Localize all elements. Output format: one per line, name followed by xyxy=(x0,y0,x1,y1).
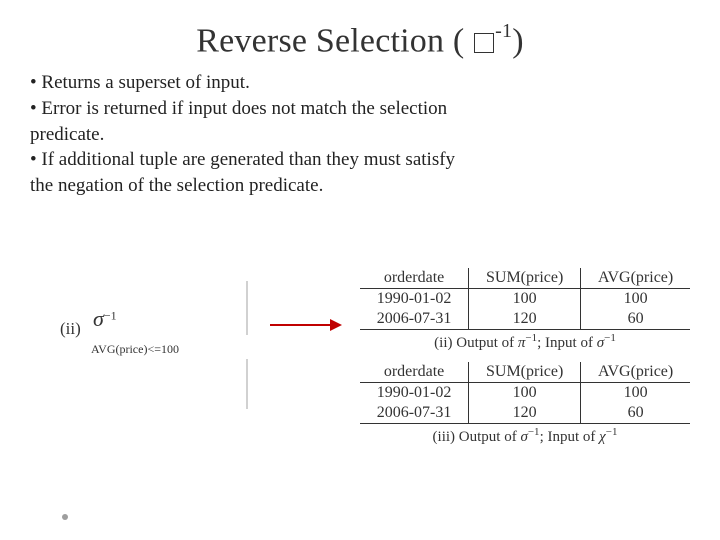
arrow-right-icon xyxy=(270,324,340,326)
sigma-symbol: σ xyxy=(597,335,604,351)
th-avg-price: AVG(price) xyxy=(581,362,690,383)
sigma-operator: σ−1 AVG(price)<=100 xyxy=(93,306,181,352)
sigma-exponent: −1 xyxy=(104,308,117,322)
cell: 60 xyxy=(581,403,690,424)
sigma-symbol: σ xyxy=(520,429,527,445)
bullet-3a: • If additional tuple are generated than… xyxy=(30,147,690,173)
cell: 60 xyxy=(581,309,690,330)
pi-exp: −1 xyxy=(525,332,537,344)
table-2: orderdate SUM(price) AVG(price) 1990-01-… xyxy=(360,362,690,424)
vertical-bar-icon xyxy=(246,359,248,409)
table-row: 2006-07-31 120 60 xyxy=(360,309,690,330)
vertical-bar-icon xyxy=(246,281,248,335)
chi-exp: −1 xyxy=(606,426,618,438)
bullet-marker-icon xyxy=(62,514,68,520)
table-1: orderdate SUM(price) AVG(price) 1990-01-… xyxy=(360,268,690,330)
cell: 120 xyxy=(469,403,581,424)
caption-text: ; Input of xyxy=(537,335,597,351)
cell: 1990-01-02 xyxy=(360,289,469,310)
title-superscript: -1 xyxy=(495,20,512,42)
slide: Reverse Selection ( -1) • Returns a supe… xyxy=(0,0,720,540)
caption-2: (iii) Output of σ−1; Input of χ−1 xyxy=(360,426,690,446)
bullet-2b: predicate. xyxy=(30,122,690,148)
bullet-2a: • Error is returned if input does not ma… xyxy=(30,96,690,122)
symbol-placeholder-icon xyxy=(474,33,494,53)
sigma-exp: −1 xyxy=(528,426,540,438)
cell: 1990-01-02 xyxy=(360,383,469,404)
tables-wrap: orderdate SUM(price) AVG(price) 1990-01-… xyxy=(360,268,690,456)
chi-symbol: χ xyxy=(599,429,606,445)
caption-text: (iii) Output of xyxy=(433,429,521,445)
bullet-list: • Returns a superset of input. • Error i… xyxy=(30,70,690,198)
sigma-symbol: σ xyxy=(93,306,104,331)
th-orderdate: orderdate xyxy=(360,268,469,289)
cell: 100 xyxy=(581,289,690,310)
title-close: ) xyxy=(512,22,524,59)
cell: 2006-07-31 xyxy=(360,309,469,330)
sigma-subscript: AVG(price)<=100 xyxy=(91,342,179,356)
table-row: 1990-01-02 100 100 xyxy=(360,383,690,404)
table-row: 1990-01-02 100 100 xyxy=(360,289,690,310)
th-orderdate: orderdate xyxy=(360,362,469,383)
table-row: 2006-07-31 120 60 xyxy=(360,403,690,424)
cell: 2006-07-31 xyxy=(360,403,469,424)
cell: 100 xyxy=(469,289,581,310)
cell: 120 xyxy=(469,309,581,330)
caption-text: (ii) Output of xyxy=(434,335,518,351)
th-avg-price: AVG(price) xyxy=(581,268,690,289)
title-text: Reverse Selection ( xyxy=(196,22,464,59)
th-sum-price: SUM(price) xyxy=(469,268,581,289)
slide-title: Reverse Selection ( -1) xyxy=(30,22,690,60)
cell: 100 xyxy=(469,383,581,404)
roman-numeral: (ii) xyxy=(60,319,81,339)
sigma-exp: −1 xyxy=(604,332,616,344)
cell: 100 xyxy=(581,383,690,404)
bullet-3b: the negation of the selection predicate. xyxy=(30,173,690,199)
th-sum-price: SUM(price) xyxy=(469,362,581,383)
caption-text: ; Input of xyxy=(540,429,600,445)
bullet-1: • Returns a superset of input. xyxy=(30,70,690,96)
figure-left-label: (ii) σ−1 AVG(price)<=100 xyxy=(60,306,181,352)
caption-1: (ii) Output of π−1; Input of σ−1 xyxy=(360,332,690,352)
